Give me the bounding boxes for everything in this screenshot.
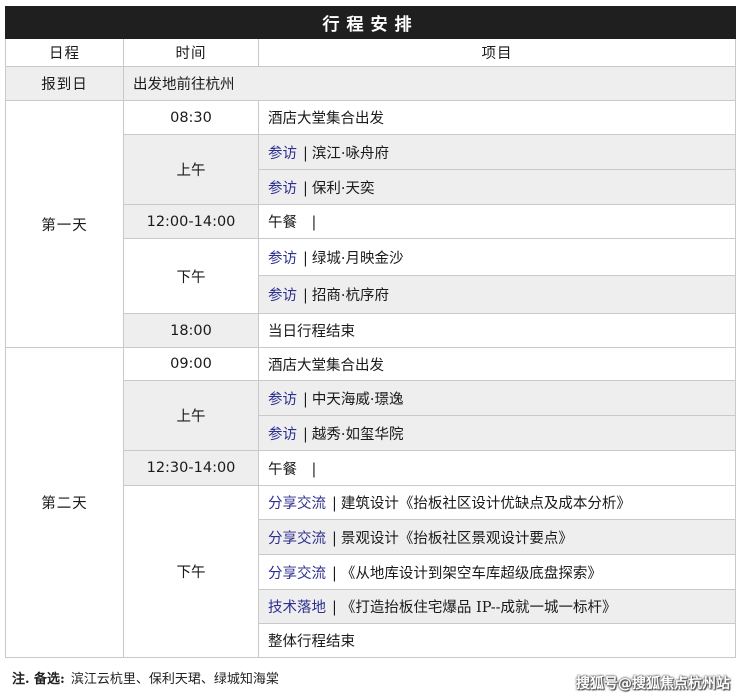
watermark: 搜狐号@搜狐焦点杭州站 (576, 676, 730, 692)
item-text: 招商·杭序府 (311, 288, 389, 304)
item-cell: 参访 | 招商·杭序府 (257, 275, 737, 314)
item-tag: 参访 (268, 426, 297, 443)
header-row: 日程 时间 项目 (5, 38, 737, 67)
separator: | (303, 288, 308, 304)
header-time: 时间 (123, 38, 259, 67)
item-text: 越秀·如玺华院 (311, 426, 404, 443)
table-row: 第二天 09:00 酒店大堂集合出发 (5, 347, 737, 658)
item-tag: 参访 (268, 250, 297, 267)
item-tag: 分享交流 (268, 565, 326, 582)
checkin-text: 出发地前往杭州 (122, 66, 737, 101)
item-text: 酒店大堂集合出发 (257, 347, 737, 381)
item-cell: 参访 | 越秀·如玺华院 (257, 415, 737, 451)
time-cell: 12:00-14:00 (123, 204, 259, 239)
separator: | (332, 530, 337, 547)
item-tag: 参访 (268, 180, 297, 197)
time-cell: 18:00 (123, 313, 259, 348)
separator: | (332, 600, 337, 616)
day1-label: 第一天 (5, 100, 124, 348)
item-cell: 参访 | 绿城·月映金沙 (257, 238, 737, 276)
item-cell: 分享交流 | 《从地库设计到架空车库超级底盘探索》 (257, 554, 737, 590)
time-cell: 下午 (123, 485, 259, 658)
item-text: 当日行程结束 (257, 313, 737, 348)
table-row: 第一天 08:30 酒店大堂集合出发 (5, 100, 737, 348)
item-cell: 参访 | 滨江·咏舟府 (257, 134, 737, 170)
footnote: 注. 备选: 滨江云杭里、保利天珺、绿城知海棠 (12, 668, 279, 687)
item-text: 酒店大堂集合出发 (257, 100, 737, 135)
item-cell: 参访 | 中天海威·璟逸 (257, 380, 737, 416)
item-tag: 分享交流 (268, 530, 326, 547)
item-cell: 技术落地 | 《打造抬板住宅爆品 IP--成就一城一标杆》 (257, 589, 737, 624)
item-tag: 参访 (268, 145, 297, 162)
time-cell: 12:30-14:00 (123, 450, 259, 486)
item-text: 《打造抬板住宅爆品 IP--成就一城一标杆》 (340, 600, 617, 616)
item-text: 保利·天奕 (311, 180, 375, 197)
separator: | (303, 391, 308, 408)
item-text: 《从地库设计到架空车库超级底盘探索》 (340, 565, 602, 582)
header-day: 日程 (5, 38, 124, 67)
time-cell: 上午 (123, 380, 259, 451)
day2-label: 第二天 (5, 347, 124, 658)
separator: | (332, 496, 337, 512)
item-text: 中天海威·璟逸 (311, 391, 404, 408)
title-row: 行程安排 (4, 6, 737, 39)
footnote-text: 滨江云杭里、保利天珺、绿城知海棠 (70, 672, 279, 687)
time-cell: 08:30 (123, 100, 259, 135)
item-tag: 分享交流 (268, 496, 326, 512)
checkin-day: 报到日 (5, 66, 124, 101)
header-item: 项目 (257, 38, 737, 67)
item-cell: 分享交流 | 景观设计《抬板社区景观设计要点》 (257, 519, 737, 555)
footnote-label: 注. 备选: (12, 672, 65, 687)
item-cell: 参访 | 保利·天奕 (257, 169, 737, 205)
separator: | (332, 565, 337, 582)
item-tag: 参访 (268, 288, 297, 304)
separator: | (303, 180, 308, 197)
item-text: 午餐 | (257, 450, 737, 486)
item-tag: 参访 (268, 391, 297, 408)
item-text: 建筑设计《抬板社区设计优缺点及成本分析》 (340, 496, 631, 512)
item-text: 整体行程结束 (257, 623, 737, 658)
item-text: 午餐 | (257, 204, 737, 239)
item-text: 景观设计《抬板社区景观设计要点》 (340, 530, 573, 547)
table-title: 行程安排 (4, 6, 737, 39)
item-text: 滨江·咏舟府 (311, 145, 389, 162)
item-cell: 分享交流 | 建筑设计《抬板社区设计优缺点及成本分析》 (257, 485, 737, 520)
separator: | (303, 426, 308, 443)
table-row: 报到日 出发地前往杭州 (5, 66, 737, 101)
separator: | (303, 250, 308, 267)
time-cell: 下午 (123, 238, 259, 314)
itinerary-table: 行程安排 日程 时间 项目 报到日 出发地前往杭州 第一天 08:30 酒店大堂… (4, 6, 737, 658)
item-tag: 技术落地 (268, 600, 326, 616)
separator: | (303, 145, 308, 162)
time-cell: 09:00 (123, 347, 259, 381)
time-cell: 上午 (123, 134, 259, 205)
item-text: 绿城·月映金沙 (311, 250, 404, 267)
